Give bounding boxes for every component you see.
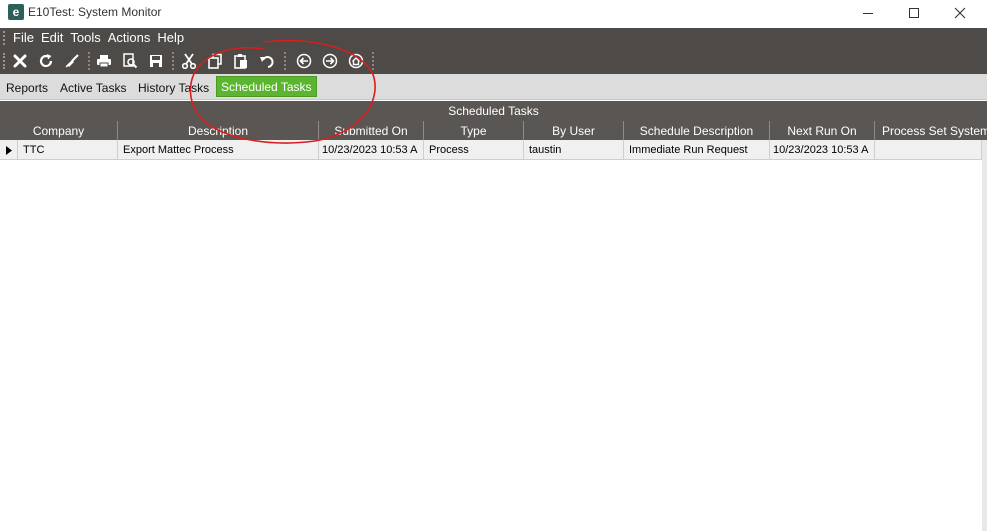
paste-button[interactable] (232, 52, 250, 70)
column-header-type[interactable]: Type (424, 121, 524, 140)
cell-company[interactable]: TTC (18, 140, 118, 160)
home-button[interactable] (347, 52, 365, 70)
app-logo-icon: e (8, 4, 24, 20)
cut-button[interactable] (180, 52, 198, 70)
tab-active-tasks[interactable]: Active Tasks (60, 81, 126, 95)
toolbar-separator (372, 52, 374, 70)
grid-title: Scheduled Tasks (0, 101, 987, 121)
print-button[interactable] (95, 52, 113, 70)
copy-icon (208, 53, 222, 69)
minimize-button[interactable] (845, 0, 891, 26)
print-preview-icon (123, 53, 138, 69)
tab-reports[interactable]: Reports (6, 81, 48, 95)
cut-icon (181, 53, 197, 69)
clear-button[interactable] (63, 52, 81, 70)
maximize-icon (909, 8, 919, 18)
tab-history-tasks[interactable]: History Tasks (138, 81, 209, 95)
clear-icon (65, 54, 79, 68)
cell-next-run-on[interactable]: 10/23/2023 10:53 A (770, 140, 875, 160)
print-icon (97, 55, 111, 68)
table-row[interactable]: TTC Export Mattec Process 10/23/2023 10:… (0, 140, 987, 160)
column-header-schedule-description[interactable]: Schedule Description (624, 121, 770, 140)
back-button[interactable] (295, 52, 313, 70)
tab-strip: Reports Active Tasks History Tasks Sched… (0, 74, 987, 100)
cell-process-set-system[interactable] (875, 140, 982, 160)
menu-tools[interactable]: Tools (67, 30, 103, 45)
menu-actions[interactable]: Actions (105, 30, 154, 45)
window-right-edge (982, 140, 987, 531)
row-selector[interactable] (0, 140, 18, 160)
save-icon (150, 55, 162, 67)
cell-type[interactable]: Process (424, 140, 524, 160)
copy-button[interactable] (206, 52, 224, 70)
cell-description[interactable]: Export Mattec Process (118, 140, 319, 160)
print-preview-button[interactable] (121, 52, 139, 70)
grid-body[interactable] (0, 161, 982, 531)
menu-bar: File Edit Tools Actions Help (0, 28, 987, 48)
cell-submitted-on[interactable]: 10/23/2023 10:53 A (319, 140, 424, 160)
menu-grip[interactable] (3, 31, 5, 45)
column-header-description[interactable]: Description (118, 121, 319, 140)
column-header-by-user[interactable]: By User (524, 121, 624, 140)
paste-icon (234, 54, 247, 69)
undo-icon (260, 56, 274, 68)
tab-scheduled-tasks[interactable]: Scheduled Tasks (216, 76, 317, 97)
forward-button[interactable] (321, 52, 339, 70)
refresh-button[interactable] (37, 52, 55, 70)
undo-button[interactable] (258, 52, 276, 70)
column-header-row: Company Description Submitted On Type By… (0, 121, 987, 140)
toolbar-separator (88, 52, 90, 70)
forward-icon (322, 53, 338, 69)
delete-icon (13, 54, 27, 68)
title-bar: e E10Test: System Monitor (0, 0, 987, 26)
menu-file[interactable]: File (10, 30, 37, 45)
toolbar-separator (172, 52, 174, 70)
minimize-icon (863, 12, 873, 14)
column-header-process-set-system[interactable]: Process Set System (875, 121, 987, 140)
menu-help[interactable]: Help (154, 30, 187, 45)
column-header-submitted-on[interactable]: Submitted On (319, 121, 424, 140)
cell-by-user[interactable]: taustin (524, 140, 624, 160)
cell-schedule-description[interactable]: Immediate Run Request (624, 140, 770, 160)
column-header-company[interactable]: Company (0, 121, 118, 140)
maximize-button[interactable] (891, 0, 937, 26)
close-icon (954, 7, 966, 19)
save-button[interactable] (147, 52, 165, 70)
row-pointer-icon (5, 145, 12, 155)
menu-edit[interactable]: Edit (38, 30, 66, 45)
toolbar-grip[interactable] (3, 53, 5, 69)
delete-button[interactable] (11, 52, 29, 70)
toolbar (0, 48, 987, 74)
window-title: E10Test: System Monitor (28, 5, 162, 19)
column-header-next-run-on[interactable]: Next Run On (770, 121, 875, 140)
close-button[interactable] (937, 0, 983, 26)
toolbar-separator (284, 52, 286, 70)
refresh-icon (39, 54, 53, 68)
back-icon (296, 53, 312, 69)
home-icon (348, 53, 364, 69)
